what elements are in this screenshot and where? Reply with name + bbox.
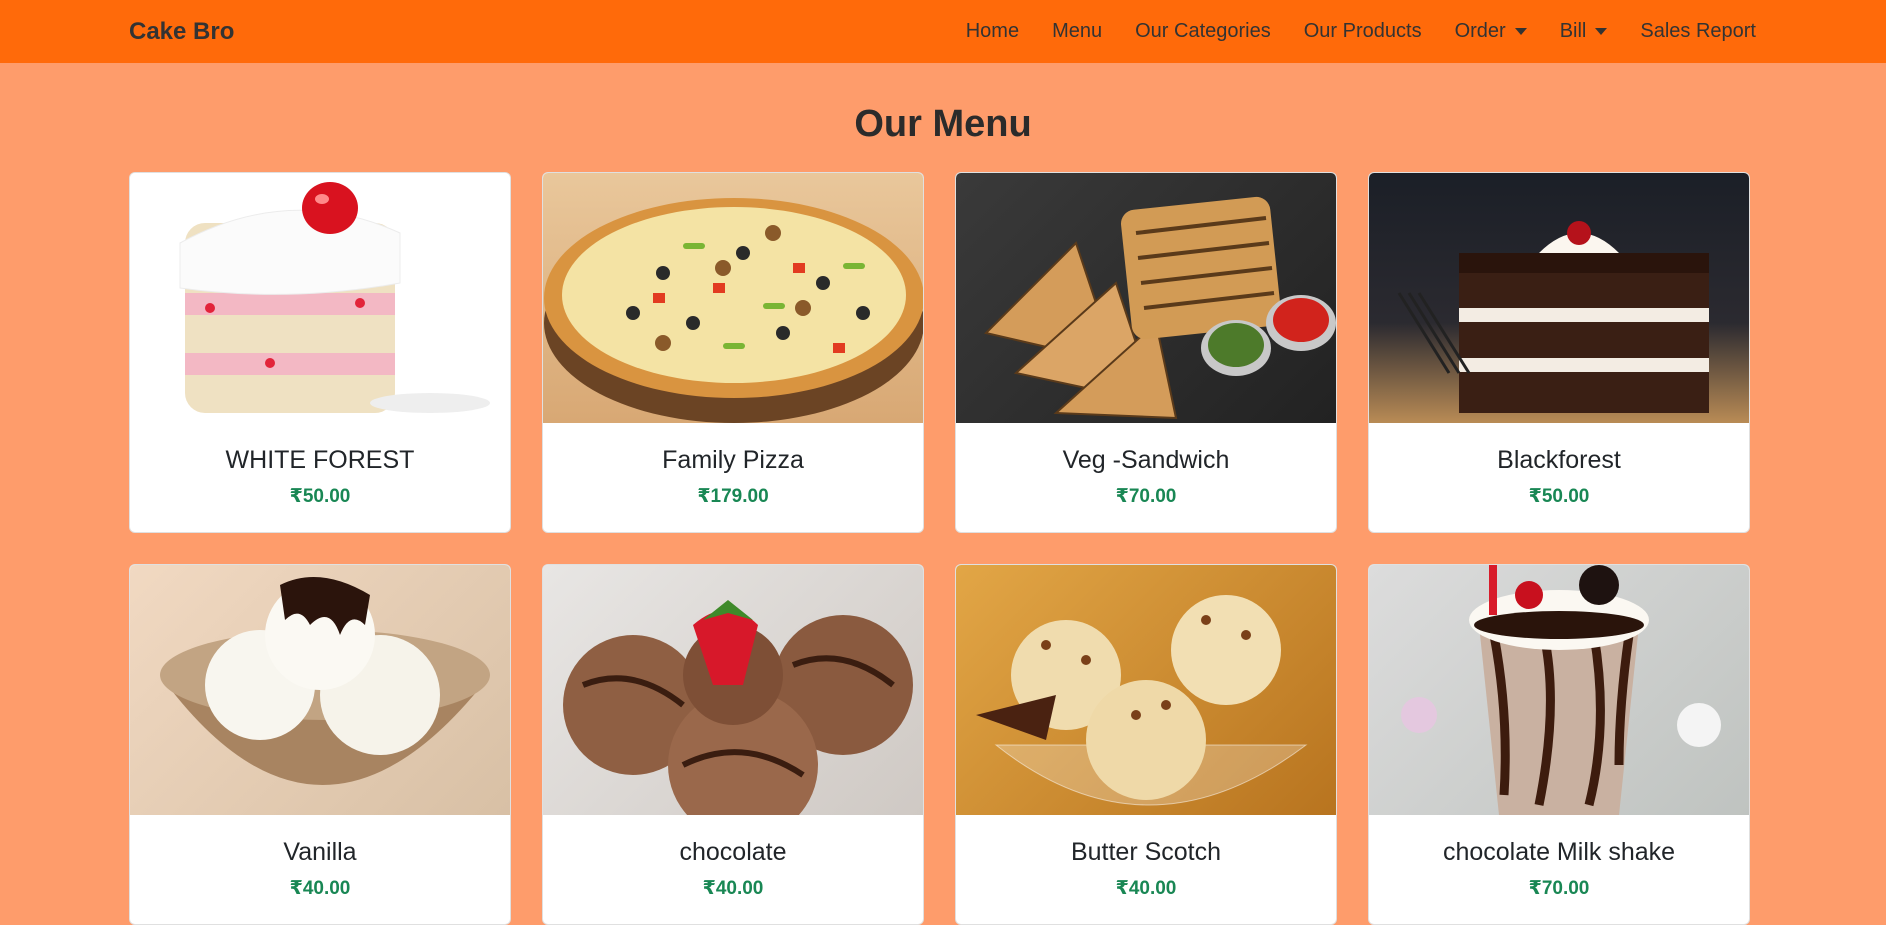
pizza-image (543, 173, 923, 423)
nav-dropdown-order[interactable]: Order (1455, 20, 1527, 43)
brand-logo[interactable]: Cake Bro (129, 18, 234, 46)
product-card[interactable]: Family Pizza ₹179.00 (542, 172, 924, 533)
nav-item-label: Home (965, 20, 1020, 42)
product-name: Butter Scotch (1070, 838, 1222, 866)
card-body: Family Pizza ₹179.00 (543, 423, 923, 508)
product-price: ₹50.00 (289, 486, 351, 507)
card-body: Vanilla ₹40.00 (130, 815, 510, 900)
product-price: ₹179.00 (697, 486, 769, 507)
product-card[interactable]: Vanilla ₹40.00 (129, 564, 511, 925)
milkshake-image (1369, 565, 1749, 815)
nav-menu: Home Menu Our Categories Our Products Or… (933, 20, 1756, 43)
product-name: Family Pizza (662, 446, 804, 474)
card-body: chocolate ₹40.00 (543, 815, 923, 900)
nav-item-our-categories[interactable]: Our Categories (1135, 20, 1271, 43)
product-grid: WHITE FOREST ₹50.00 Family Pizza ₹179.00 (129, 172, 1750, 925)
caret-down-icon (1514, 28, 1527, 35)
product-card[interactable]: WHITE FOREST ₹50.00 (129, 172, 511, 533)
nav-item-home[interactable]: Home (966, 20, 1019, 43)
product-name: Vanilla (283, 838, 357, 866)
nav-item-label: Menu (1052, 20, 1103, 42)
product-price: ₹40.00 (702, 878, 764, 899)
card-body: Blackforest ₹50.00 (1369, 423, 1749, 508)
chocolate-icecream-image (543, 565, 923, 815)
card-body: Veg -Sandwich ₹70.00 (956, 423, 1336, 508)
card-body: Butter Scotch ₹40.00 (956, 815, 1336, 900)
product-name: Blackforest (1497, 446, 1621, 474)
nav-item-label: Our Categories (1135, 20, 1271, 42)
nav-item-sales-report[interactable]: Sales Report (1640, 20, 1756, 43)
card-body: WHITE FOREST ₹50.00 (130, 423, 510, 508)
product-card[interactable]: chocolate Milk shake ₹70.00 (1368, 564, 1750, 925)
product-name: chocolate (679, 838, 787, 866)
nav-dropdown-bill[interactable]: Bill (1560, 20, 1608, 43)
product-name: chocolate Milk shake (1442, 838, 1676, 866)
navbar: Cake Bro Home Menu Our Categories Our Pr… (0, 0, 1886, 63)
vanilla-icecream-image (130, 565, 510, 815)
nav-item-label: Order (1454, 20, 1506, 42)
product-price: ₹40.00 (289, 878, 351, 899)
nav-item-label: Bill (1559, 20, 1587, 42)
product-name: WHITE FOREST (225, 446, 415, 474)
white-forest-cake-image (130, 173, 510, 423)
nav-item-menu[interactable]: Menu (1052, 20, 1102, 43)
sandwich-image (956, 173, 1336, 423)
page-title: Our Menu (854, 103, 1032, 145)
nav-item-label: Sales Report (1640, 20, 1756, 42)
nav-item-label: Our Products (1303, 20, 1422, 42)
product-card[interactable]: chocolate ₹40.00 (542, 564, 924, 925)
nav-item-our-products[interactable]: Our Products (1304, 20, 1422, 43)
blackforest-cake-image (1369, 173, 1749, 423)
caret-down-icon (1595, 28, 1608, 35)
product-price: ₹50.00 (1528, 486, 1590, 507)
product-card[interactable]: Butter Scotch ₹40.00 (955, 564, 1337, 925)
product-price: ₹40.00 (1115, 878, 1177, 899)
product-card[interactable]: Veg -Sandwich ₹70.00 (955, 172, 1337, 533)
product-price: ₹70.00 (1528, 878, 1590, 899)
product-price: ₹70.00 (1115, 486, 1177, 507)
product-name: Veg -Sandwich (1062, 446, 1230, 474)
butterscotch-icecream-image (956, 565, 1336, 815)
card-body: chocolate Milk shake ₹70.00 (1369, 815, 1749, 900)
product-card[interactable]: Blackforest ₹50.00 (1368, 172, 1750, 533)
